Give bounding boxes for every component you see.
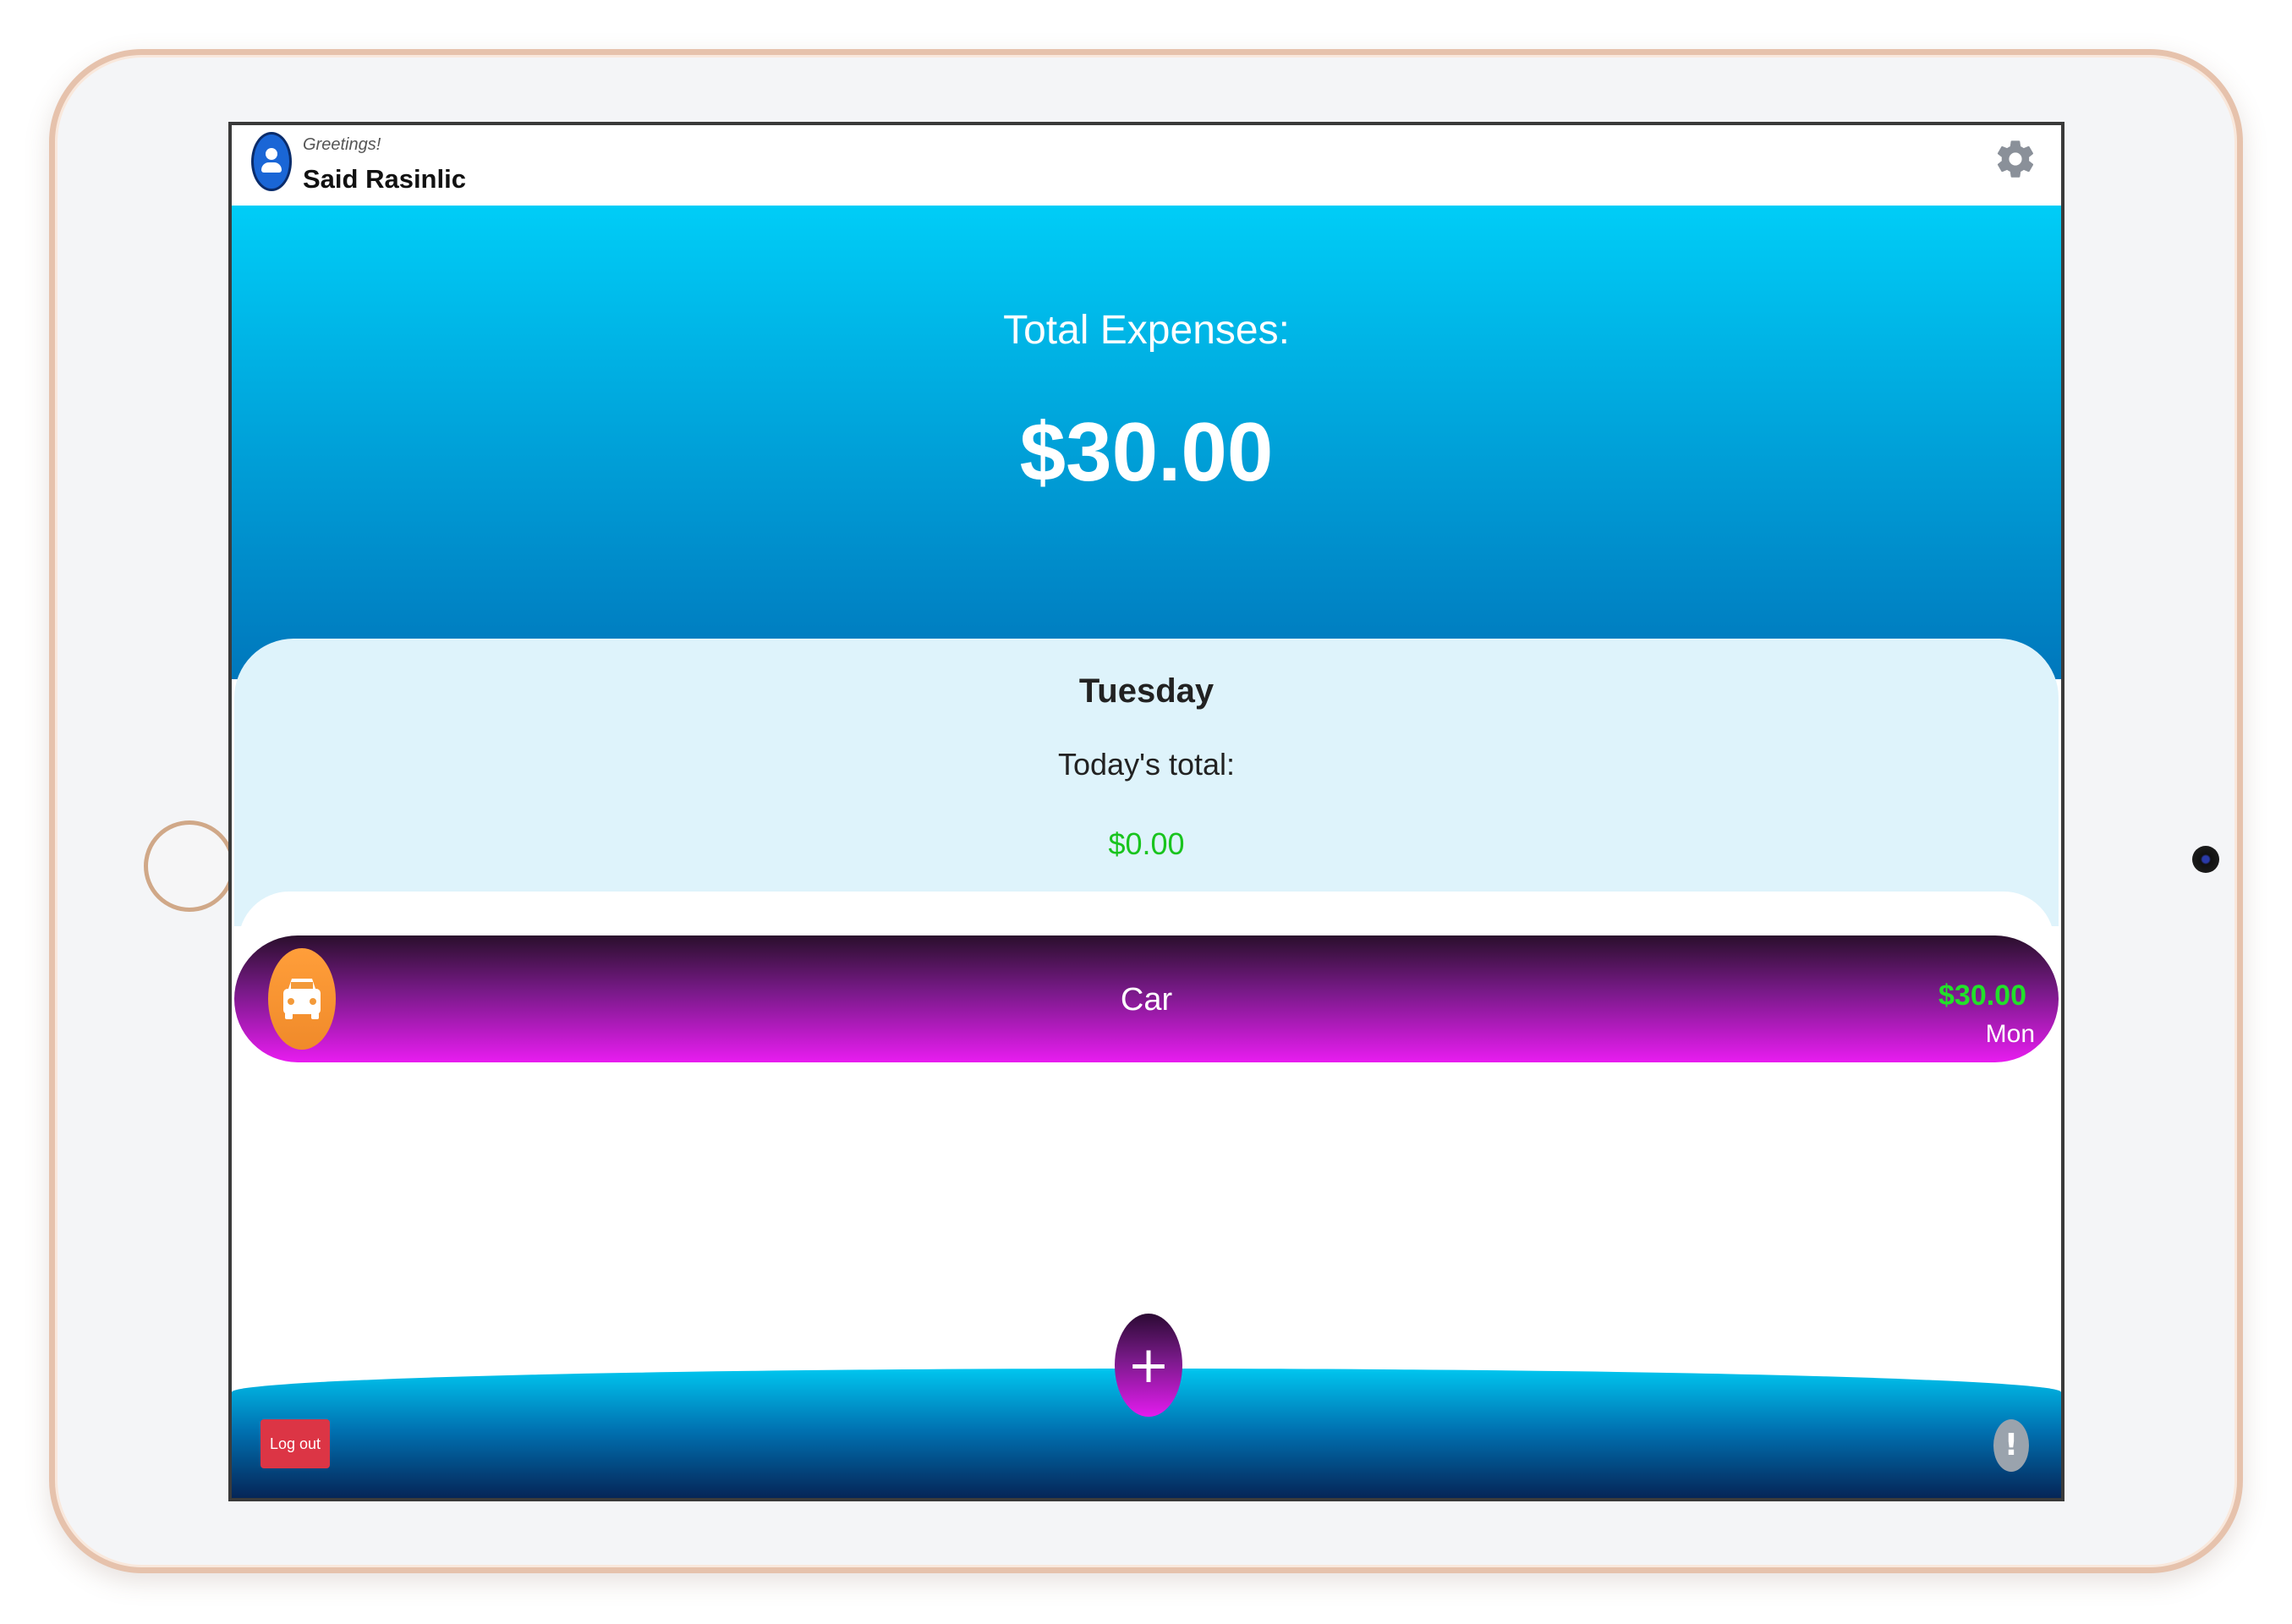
camera-icon: [2192, 846, 2219, 873]
day-summary-panel: Tuesday Today's total: $0.00: [234, 639, 2059, 926]
expense-day: Mon: [1985, 1020, 2035, 1048]
gear-icon[interactable]: [1993, 137, 2037, 181]
header-bar: Greetings! Said Rasinlic: [232, 125, 2061, 206]
total-expenses-label: Total Expenses:: [1003, 308, 1290, 353]
greeting-text: Greetings!: [303, 135, 381, 154]
today-total-label: Today's total:: [1058, 747, 1235, 782]
add-expense-button[interactable]: +: [1115, 1314, 1182, 1417]
today-total-value: $0.00: [1108, 826, 1185, 861]
info-icon[interactable]: !: [1993, 1419, 2029, 1472]
day-name: Tuesday: [1078, 672, 1215, 710]
total-expenses-banner: Total Expenses: $30.00: [232, 206, 2061, 679]
total-expenses-value: $30.00: [1019, 405, 1274, 498]
username: Said Rasinlic: [303, 164, 466, 194]
expense-category: Car: [1120, 982, 1173, 1018]
user-avatar-icon[interactable]: [251, 132, 292, 191]
logout-button[interactable]: Log out: [260, 1419, 330, 1468]
home-button[interactable]: [144, 820, 235, 912]
app-screen: Greetings! Said Rasinlic Total Expenses:…: [228, 122, 2064, 1501]
expense-row[interactable]: Car $30.00 Mon: [234, 935, 2059, 1062]
expense-amount: $30.00: [1938, 979, 2026, 1012]
